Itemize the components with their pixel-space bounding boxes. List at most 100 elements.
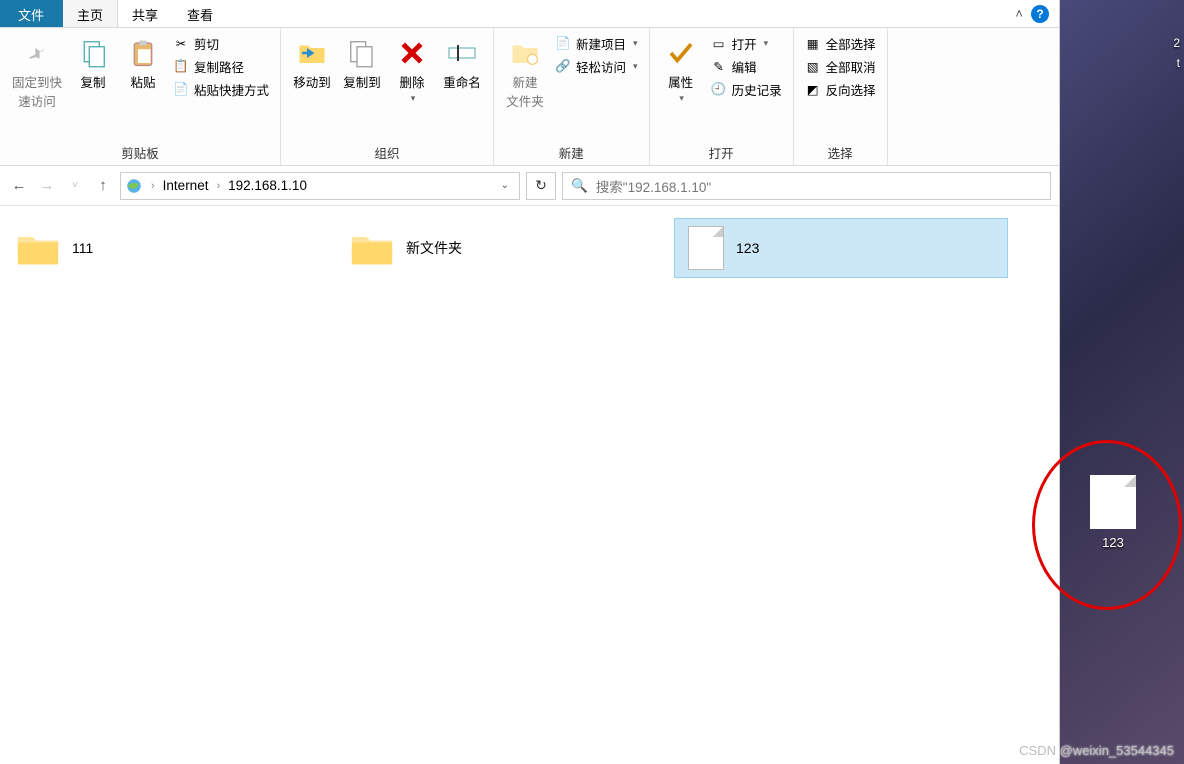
rename-icon: [445, 36, 479, 70]
open-group-label: 打开: [709, 141, 734, 163]
selectnone-button[interactable]: ▧全部取消: [802, 55, 879, 78]
cut-button[interactable]: ✂剪切: [170, 32, 272, 55]
search-box[interactable]: 🔍 搜索"192.168.1.10": [562, 172, 1051, 200]
easyaccess-icon: 🔗: [555, 59, 571, 75]
newitem-button[interactable]: 📄新建项目▾: [552, 32, 641, 55]
paste-icon: [126, 36, 160, 70]
address-dropdown-icon[interactable]: ⌄: [495, 180, 515, 191]
chevron-down-icon: ▾: [633, 61, 638, 72]
open-icon: ▭: [711, 36, 727, 52]
chevron-down-icon: ▾: [764, 38, 769, 49]
chevron-down-icon: ▾: [679, 93, 684, 104]
tab-view[interactable]: 查看: [173, 0, 228, 27]
file-list: 111 新文件夹 123: [0, 206, 1059, 290]
properties-icon: [664, 36, 698, 70]
selectnone-icon: ▧: [805, 59, 821, 75]
history-button[interactable]: 🕘历史记录: [708, 78, 785, 101]
pasteshortcut-icon: 📄: [173, 82, 189, 98]
navigation-bar: ← → ˅ ↑ › Internet › 192.168.1.10 ⌄ ↻ 🔍 …: [0, 166, 1059, 206]
tab-file[interactable]: 文件: [0, 0, 63, 27]
pin-icon: [20, 36, 54, 70]
forward-button[interactable]: →: [36, 175, 58, 197]
history-icon: 🕘: [711, 82, 727, 98]
address-bar[interactable]: › Internet › 192.168.1.10 ⌄: [120, 172, 520, 200]
chevron-down-icon: ▾: [411, 93, 416, 104]
tab-share[interactable]: 共享: [118, 0, 173, 27]
pin-button[interactable]: 固定到快 速访问: [6, 32, 68, 114]
newfolder-button[interactable]: 新建 文件夹: [500, 32, 550, 114]
file-icon: [1090, 475, 1136, 529]
copy-label: 复制: [81, 72, 106, 91]
easyaccess-button[interactable]: 🔗轻松访问▾: [552, 55, 641, 78]
ribbon-group-select: ▦全部选择 ▧全部取消 ◩反向选择 选择: [794, 28, 888, 165]
folder-icon: [16, 228, 60, 268]
desktop-text: 2: [1173, 36, 1180, 50]
organize-group-label: 组织: [375, 141, 400, 163]
chevron-right-icon: ›: [212, 180, 224, 192]
watermark: CSDN @weixin_53544345: [1019, 743, 1174, 758]
select-group-label: 选择: [828, 141, 853, 163]
help-icon[interactable]: ?: [1031, 5, 1049, 23]
search-icon: 🔍: [571, 178, 588, 194]
copy-button[interactable]: 复制: [68, 32, 118, 95]
up-button[interactable]: ↑: [92, 175, 114, 197]
copyto-button[interactable]: 复制到: [337, 32, 387, 95]
selectall-button[interactable]: ▦全部选择: [802, 32, 879, 55]
ribbon-group-clipboard: 固定到快 速访问 复制 粘贴 ✂剪切 📋复制路径 📄粘贴快捷方式 剪贴板: [0, 28, 281, 165]
item-name: 111: [72, 240, 93, 256]
moveto-button[interactable]: 移动到: [287, 32, 337, 95]
crumb-ip[interactable]: 192.168.1.10: [228, 178, 307, 193]
new-group-label: 新建: [559, 141, 584, 163]
desktop-file[interactable]: 123: [1090, 475, 1136, 550]
paste-label: 粘贴: [131, 72, 156, 91]
newfolder-icon: [508, 36, 542, 70]
list-item[interactable]: 新文件夹: [340, 218, 674, 278]
ribbon-group-organize: 移动到 复制到 删除▾ 重命名 组织: [281, 28, 494, 165]
invert-icon: ◩: [805, 82, 821, 98]
ribbon: 固定到快 速访问 复制 粘贴 ✂剪切 📋复制路径 📄粘贴快捷方式 剪贴板: [0, 28, 1059, 166]
desktop-file-label: 123: [1102, 535, 1124, 550]
chevron-down-icon: ▾: [633, 38, 638, 49]
rename-button[interactable]: 重命名: [437, 32, 487, 95]
paste-button[interactable]: 粘贴: [118, 32, 168, 95]
item-name: 新文件夹: [406, 238, 462, 258]
pin-label: 固定到快 速访问: [12, 72, 62, 110]
ribbon-tabs: 文件 主页 共享 查看 ˄ ?: [0, 0, 1059, 28]
pasteshortcut-button[interactable]: 📄粘贴快捷方式: [170, 78, 272, 101]
list-item[interactable]: 123: [674, 218, 1008, 278]
cut-icon: ✂: [173, 36, 189, 52]
edit-icon: ✎: [711, 59, 727, 75]
desktop-background: 2 t 123: [1060, 0, 1184, 764]
open-button[interactable]: ▭打开▾: [708, 32, 785, 55]
back-button[interactable]: ←: [8, 175, 30, 197]
internet-icon: [125, 177, 143, 195]
copyto-icon: [345, 36, 379, 70]
delete-icon: [395, 36, 429, 70]
newitem-icon: 📄: [555, 36, 571, 52]
desktop-text: t: [1177, 56, 1180, 70]
moveto-icon: [295, 36, 329, 70]
list-item[interactable]: 111: [6, 218, 340, 278]
item-name: 123: [736, 240, 759, 256]
file-icon: [688, 226, 724, 270]
tab-home[interactable]: 主页: [63, 0, 118, 27]
copy-icon: [76, 36, 110, 70]
clipboard-group-label: 剪贴板: [121, 141, 159, 163]
ribbon-group-new: 新建 文件夹 📄新建项目▾ 🔗轻松访问▾ 新建: [494, 28, 650, 165]
crumb-internet[interactable]: Internet: [163, 178, 209, 193]
properties-button[interactable]: 属性▾: [656, 32, 706, 108]
copypath-button[interactable]: 📋复制路径: [170, 55, 272, 78]
refresh-button[interactable]: ↻: [526, 172, 556, 200]
edit-button[interactable]: ✎编辑: [708, 55, 785, 78]
recent-dropdown[interactable]: ˅: [64, 175, 86, 197]
folder-icon: [350, 228, 394, 268]
selectall-icon: ▦: [805, 36, 821, 52]
chevron-right-icon: ›: [147, 180, 159, 192]
explorer-window: 文件 主页 共享 查看 ˄ ? 固定到快 速访问 复制 粘贴: [0, 0, 1060, 764]
ribbon-group-open: 属性▾ ▭打开▾ ✎编辑 🕘历史记录 打开: [650, 28, 794, 165]
copypath-icon: 📋: [173, 59, 189, 75]
delete-button[interactable]: 删除▾: [387, 32, 437, 108]
invert-button[interactable]: ◩反向选择: [802, 78, 879, 101]
collapse-ribbon-icon[interactable]: ˄: [1015, 6, 1023, 21]
search-placeholder: 搜索"192.168.1.10": [596, 176, 711, 196]
